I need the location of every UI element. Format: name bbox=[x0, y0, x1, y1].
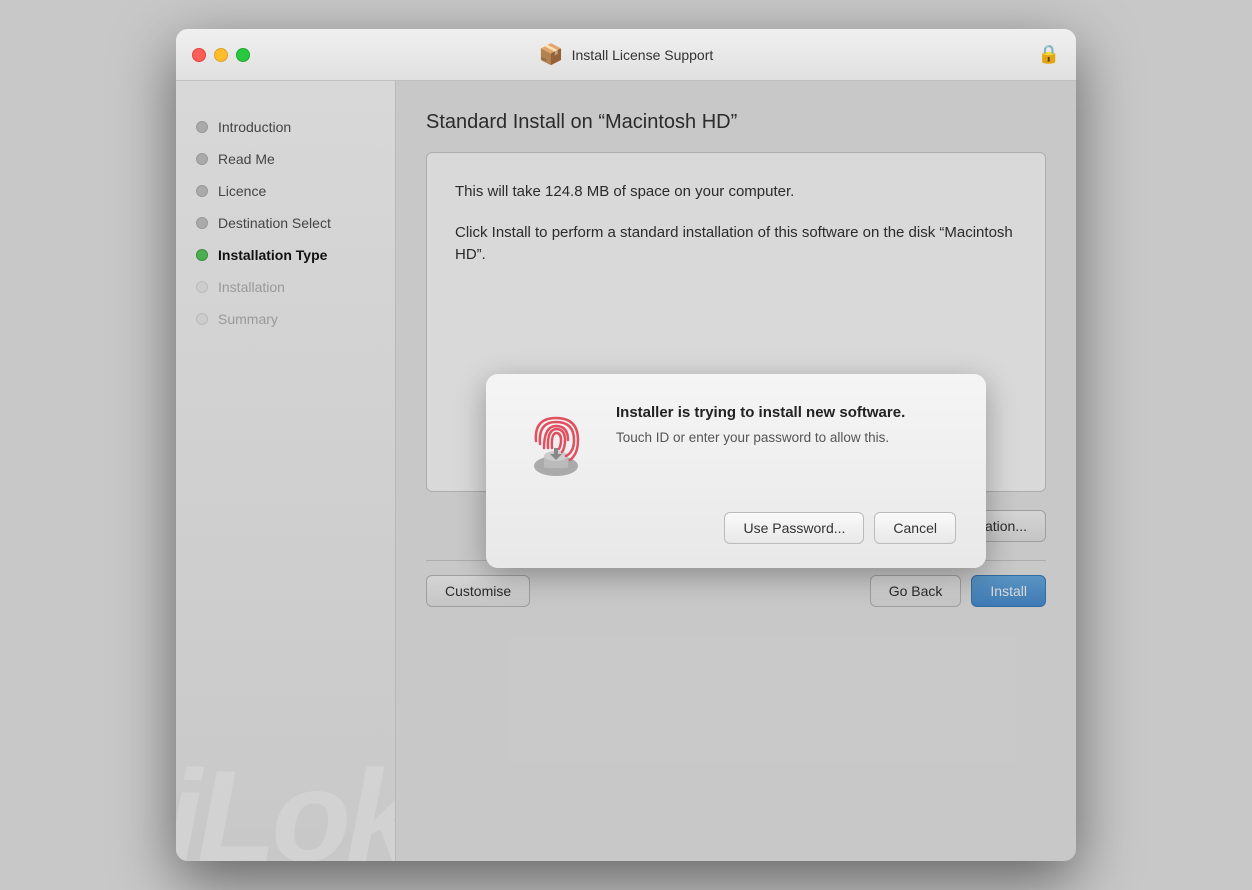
sidebar: Introduction Read Me Licence Destination… bbox=[176, 81, 396, 861]
sidebar-item-installation[interactable]: Installation bbox=[176, 271, 395, 303]
dialog-title: Installer is trying to install new softw… bbox=[616, 404, 905, 421]
sidebar-label-destination: Destination Select bbox=[218, 215, 331, 231]
sidebar-label-installation-type: Installation Type bbox=[218, 247, 327, 263]
titlebar: 📦 Install License Support 🔒 bbox=[176, 29, 1076, 81]
dialog-body: Installer is trying to install new softw… bbox=[516, 404, 956, 484]
traffic-lights bbox=[192, 48, 250, 62]
app-icon: 📦 bbox=[539, 42, 564, 67]
maximize-button[interactable] bbox=[236, 48, 250, 62]
dialog-icon bbox=[516, 404, 596, 484]
main-window: 📦 Install License Support 🔒 Introduction… bbox=[176, 29, 1076, 861]
dialog-overlay: Installer is trying to install new softw… bbox=[396, 81, 1076, 861]
sidebar-label-installation: Installation bbox=[218, 279, 285, 295]
sidebar-item-read-me[interactable]: Read Me bbox=[176, 143, 395, 175]
minimize-button[interactable] bbox=[214, 48, 228, 62]
sidebar-dot-read-me bbox=[196, 153, 208, 165]
window-title: 📦 Install License Support bbox=[539, 42, 714, 67]
ilok-watermark: iLok bbox=[176, 751, 396, 861]
sidebar-item-licence[interactable]: Licence bbox=[176, 175, 395, 207]
window-title-text: Install License Support bbox=[572, 47, 714, 63]
sidebar-label-read-me: Read Me bbox=[218, 151, 275, 167]
sidebar-dot-licence bbox=[196, 185, 208, 197]
close-button[interactable] bbox=[192, 48, 206, 62]
sidebar-dot-installation-type bbox=[196, 249, 208, 261]
auth-dialog: Installer is trying to install new softw… bbox=[486, 374, 986, 568]
sidebar-item-installation-type[interactable]: Installation Type bbox=[176, 239, 395, 271]
sidebar-item-summary[interactable]: Summary bbox=[176, 303, 395, 335]
sidebar-item-destination-select[interactable]: Destination Select bbox=[176, 207, 395, 239]
sidebar-label-summary: Summary bbox=[218, 311, 278, 327]
use-password-button[interactable]: Use Password... bbox=[724, 512, 864, 544]
sidebar-dot-installation bbox=[196, 281, 208, 293]
dialog-subtitle: Touch ID or enter your password to allow… bbox=[616, 429, 905, 448]
content-area: Introduction Read Me Licence Destination… bbox=[176, 81, 1076, 861]
sidebar-dot-introduction bbox=[196, 121, 208, 133]
dialog-text: Installer is trying to install new softw… bbox=[616, 404, 905, 448]
lock-icon: 🔒 bbox=[1038, 44, 1060, 65]
sidebar-label-licence: Licence bbox=[218, 183, 266, 199]
cancel-button[interactable]: Cancel bbox=[874, 512, 956, 544]
sidebar-label-introduction: Introduction bbox=[218, 119, 291, 135]
main-panel: Standard Install on “Macintosh HD” This … bbox=[396, 81, 1076, 861]
sidebar-item-introduction[interactable]: Introduction bbox=[176, 111, 395, 143]
sidebar-dot-destination bbox=[196, 217, 208, 229]
sidebar-dot-summary bbox=[196, 313, 208, 325]
dialog-buttons: Use Password... Cancel bbox=[516, 512, 956, 544]
